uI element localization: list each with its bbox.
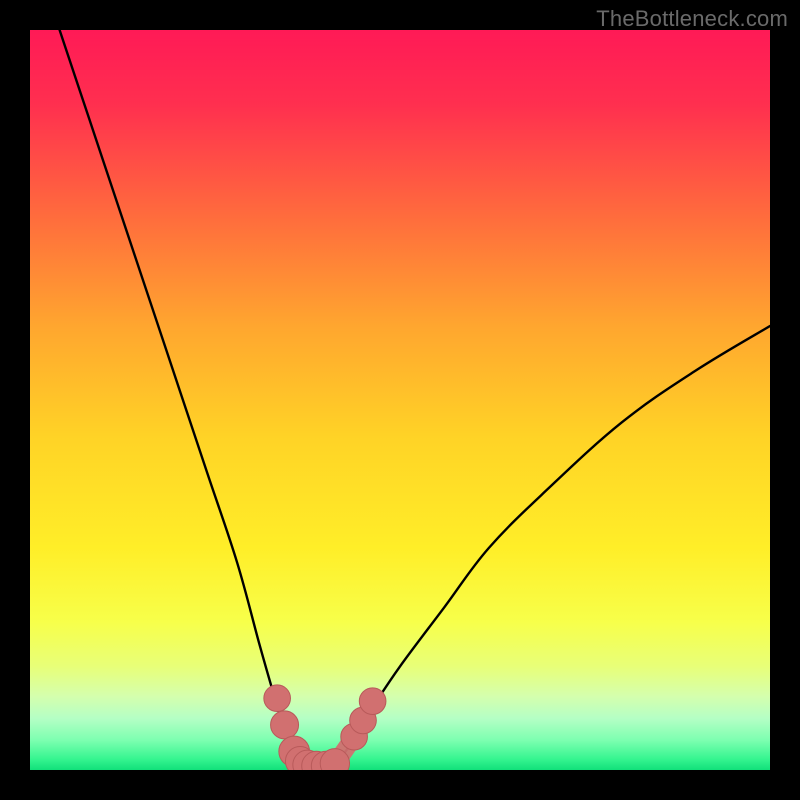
gradient-background <box>30 30 770 770</box>
plot-area <box>30 30 770 770</box>
valley-marker <box>359 688 386 715</box>
chart-svg <box>30 30 770 770</box>
valley-marker <box>271 711 299 739</box>
outer-frame: TheBottleneck.com <box>0 0 800 800</box>
watermark-text: TheBottleneck.com <box>596 6 788 32</box>
valley-marker <box>264 685 291 712</box>
